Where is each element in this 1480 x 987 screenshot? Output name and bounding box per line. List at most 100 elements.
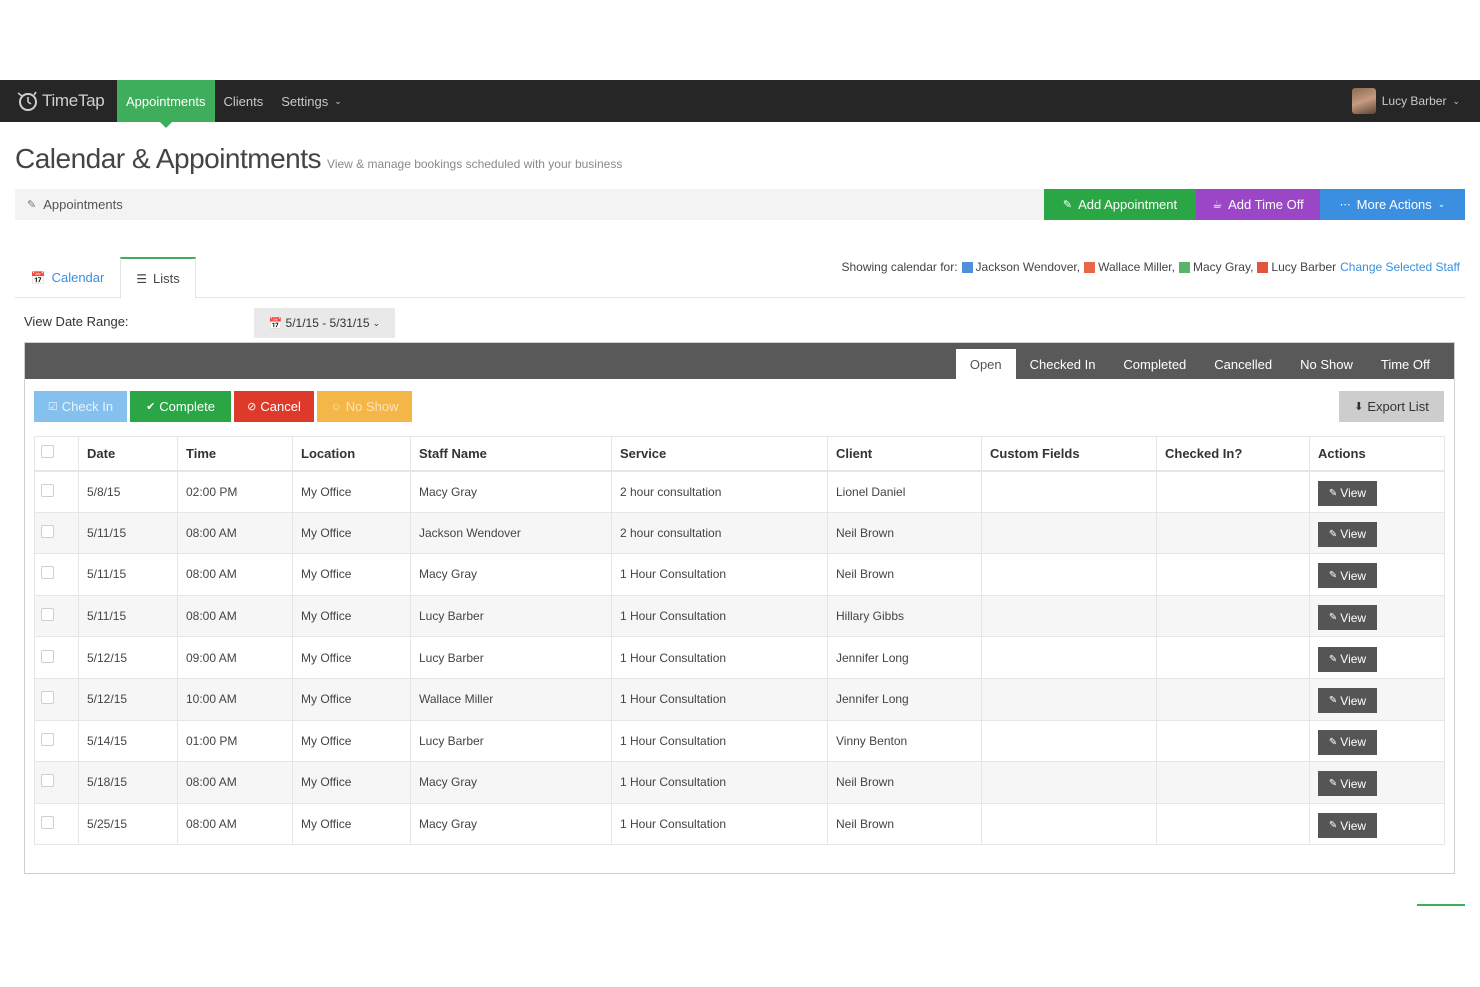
row-checkbox[interactable] xyxy=(41,732,54,746)
select-all-cell xyxy=(34,436,79,472)
custom-fields-cell xyxy=(981,720,1157,763)
cancel-button[interactable]: ⊘ Cancel xyxy=(234,391,314,422)
check-in-button[interactable]: ☑ Check In xyxy=(34,391,127,422)
change-selected-staff-link[interactable]: Change Selected Staff xyxy=(1340,260,1460,274)
custom-fields-cell xyxy=(981,470,1157,513)
actions-cell: ✎ View xyxy=(1309,761,1445,804)
view-button[interactable]: ✎ View xyxy=(1318,729,1377,755)
view-label: View xyxy=(1340,652,1367,667)
view-label: View xyxy=(1340,735,1367,750)
nav-appointments[interactable]: Appointments xyxy=(117,80,215,128)
custom-fields-cell xyxy=(981,512,1157,555)
view-button[interactable]: ✎ View xyxy=(1318,813,1377,839)
actions-cell: ✎ View xyxy=(1309,595,1445,638)
view-button[interactable]: ✎ View xyxy=(1318,605,1377,631)
location-cell: My Office xyxy=(292,803,411,846)
date-range-label: View Date Range: xyxy=(24,314,129,329)
tab-lists[interactable]: ☰ Lists xyxy=(120,257,196,299)
time-cell: 08:00 AM xyxy=(177,595,293,638)
custom-fields-cell xyxy=(981,678,1157,721)
column-header[interactable]: Date xyxy=(78,436,178,472)
more-actions-button[interactable]: ⋯ More Actions ⌄ xyxy=(1320,189,1465,220)
column-header[interactable]: Checked In? xyxy=(1156,436,1310,472)
view-label: View xyxy=(1340,486,1367,501)
location-cell: My Office xyxy=(292,761,411,804)
row-checkbox[interactable] xyxy=(41,483,54,497)
staff-name-cell: Lucy Barber xyxy=(410,720,612,763)
top-nav: TimeTap Appointments Clients Settings ⌄ … xyxy=(0,80,1480,128)
row-checkbox[interactable] xyxy=(41,566,54,580)
column-header[interactable]: Location xyxy=(292,436,411,472)
select-cell xyxy=(34,803,79,846)
view-tabs: 📅 Calendar ☰ Lists Showing calendar for:… xyxy=(15,257,1465,299)
select-cell xyxy=(34,512,79,555)
date-cell: 5/11/15 xyxy=(78,512,178,555)
checked-in-cell xyxy=(1156,678,1310,721)
column-header[interactable]: Custom Fields xyxy=(981,436,1157,472)
add-appointment-button[interactable]: ✎ Add Appointment xyxy=(1044,189,1196,220)
download-icon: ⬇ xyxy=(1354,401,1364,413)
client-cell: Hillary Gibbs xyxy=(827,595,982,638)
row-checkbox[interactable] xyxy=(41,649,54,663)
service-cell: 1 Hour Consultation xyxy=(611,720,828,763)
status-tab-cancelled[interactable]: Cancelled xyxy=(1200,349,1286,379)
list-icon: ☰ xyxy=(136,271,148,286)
user-menu[interactable]: Lucy Barber ⌄ xyxy=(1351,80,1460,122)
column-header[interactable]: Client xyxy=(827,436,982,472)
chevron-down-icon: ⌄ xyxy=(1437,199,1446,209)
custom-fields-cell xyxy=(981,803,1157,846)
chevron-down-icon: ⌄ xyxy=(372,317,381,328)
row-checkbox[interactable] xyxy=(41,608,54,622)
time-cell: 10:00 AM xyxy=(177,678,293,721)
date-range-picker[interactable]: 📅 5/1/15 - 5/31/15 ⌄ xyxy=(254,308,395,338)
row-checkbox[interactable] xyxy=(41,691,54,705)
nav-clients[interactable]: Clients xyxy=(215,80,273,122)
table-row: 5/11/15 08:00 AM My Office Lucy Barber 1 Hou… xyxy=(34,595,1445,638)
staff-name-cell: Wallace Miller xyxy=(410,678,612,721)
status-tabs: Open Checked In Completed Cancelled No S… xyxy=(955,349,1444,379)
status-tab-checked-in[interactable]: Checked In xyxy=(1016,349,1110,379)
time-cell: 08:00 AM xyxy=(177,803,293,846)
export-list-button[interactable]: ⬇ Export List xyxy=(1339,391,1444,422)
select-cell xyxy=(34,636,79,679)
nav-settings[interactable]: Settings ⌄ xyxy=(272,80,351,122)
view-button[interactable]: ✎ View xyxy=(1318,521,1377,547)
status-tab-time-off[interactable]: Time Off xyxy=(1367,349,1444,379)
edit-icon: ✎ xyxy=(1328,820,1338,832)
row-checkbox[interactable] xyxy=(41,774,54,788)
status-tab-no-show[interactable]: No Show xyxy=(1286,349,1367,379)
edit-icon: ✎ xyxy=(1328,528,1338,540)
tab-calendar[interactable]: 📅 Calendar xyxy=(15,257,120,298)
no-show-button[interactable]: ☺ No Show xyxy=(317,391,412,422)
view-button[interactable]: ✎ View xyxy=(1318,563,1377,589)
column-header[interactable]: Service xyxy=(611,436,828,472)
checkmark-icon: ✔ xyxy=(146,401,156,413)
staff-name-cell: Macy Gray xyxy=(410,553,612,596)
view-button[interactable]: ✎ View xyxy=(1318,646,1377,672)
view-button[interactable]: ✎ View xyxy=(1318,480,1377,506)
column-header[interactable]: Staff Name xyxy=(410,436,612,472)
complete-button[interactable]: ✔ Complete xyxy=(130,391,231,422)
client-cell: Jennifer Long xyxy=(827,636,982,679)
client-cell: Neil Brown xyxy=(827,803,982,846)
timetap-logo[interactable]: TimeTap xyxy=(0,80,117,122)
status-tab-completed[interactable]: Completed xyxy=(1109,349,1200,379)
status-tab-open[interactable]: Open xyxy=(955,349,1016,379)
row-checkbox[interactable] xyxy=(41,524,54,538)
view-button[interactable]: ✎ View xyxy=(1318,688,1377,714)
showing-calendar-for: Showing calendar for: Jackson Wendover, … xyxy=(841,260,1460,274)
column-header[interactable]: Time xyxy=(177,436,293,472)
header-actions: ✎ Add Appointment ☕ Add Time Off ⋯ More … xyxy=(1044,189,1465,220)
ban-icon: ⊘ xyxy=(247,401,257,413)
row-checkbox[interactable] xyxy=(41,816,54,830)
select-all-checkbox[interactable] xyxy=(41,445,54,459)
time-cell: 08:00 AM xyxy=(177,553,293,596)
location-cell: My Office xyxy=(292,595,411,638)
custom-fields-cell xyxy=(981,595,1157,638)
actions-cell: ✎ View xyxy=(1309,678,1445,721)
edit-icon: ✎ xyxy=(1328,612,1338,624)
time-cell: 08:00 AM xyxy=(177,512,293,555)
add-time-off-button[interactable]: ☕ Add Time Off xyxy=(1196,189,1320,220)
page-header: Calendar & Appointments View & manage bo… xyxy=(15,143,622,175)
view-button[interactable]: ✎ View xyxy=(1318,771,1377,797)
